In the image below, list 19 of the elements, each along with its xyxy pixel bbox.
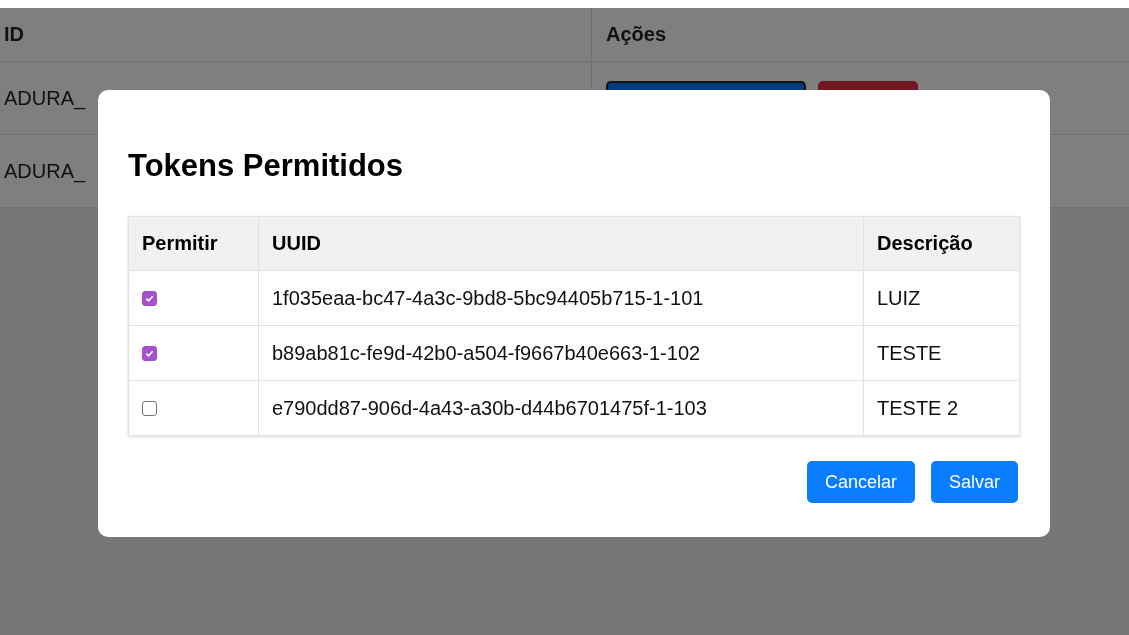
save-button[interactable]: Salvar xyxy=(930,461,1018,503)
checkbox[interactable] xyxy=(142,290,157,306)
column-header: Permitir xyxy=(128,216,259,271)
modal-title: Tokens Permitidos xyxy=(128,148,405,184)
table-cell: LUIZ xyxy=(863,270,1020,326)
checkbox[interactable] xyxy=(142,400,157,416)
table-cell: b89ab81c-fe9d-42b0-a504-f9667b40e663-1-102 xyxy=(258,325,864,381)
checkbox[interactable] xyxy=(142,345,157,361)
column-header: Descrição xyxy=(863,216,1020,271)
table-cell: ADURA_ xyxy=(4,86,86,110)
table-cell: TESTE xyxy=(863,325,1020,381)
table-cell: e790dd87-906d-4a43-a30b-d44b6701475f-1-103 xyxy=(258,380,864,436)
table-cell: ADURA_ xyxy=(4,159,86,183)
column-header: UUID xyxy=(258,216,864,271)
table-cell: TESTE 2 xyxy=(863,380,1020,436)
column-header: ID xyxy=(4,23,24,46)
table-cell: 1f035eaa-bc47-4a3c-9bd8-5bc94405b715-1-101 xyxy=(258,270,864,326)
column-header: Ações xyxy=(606,23,667,46)
cancel-button[interactable]: Cancelar xyxy=(806,461,915,503)
